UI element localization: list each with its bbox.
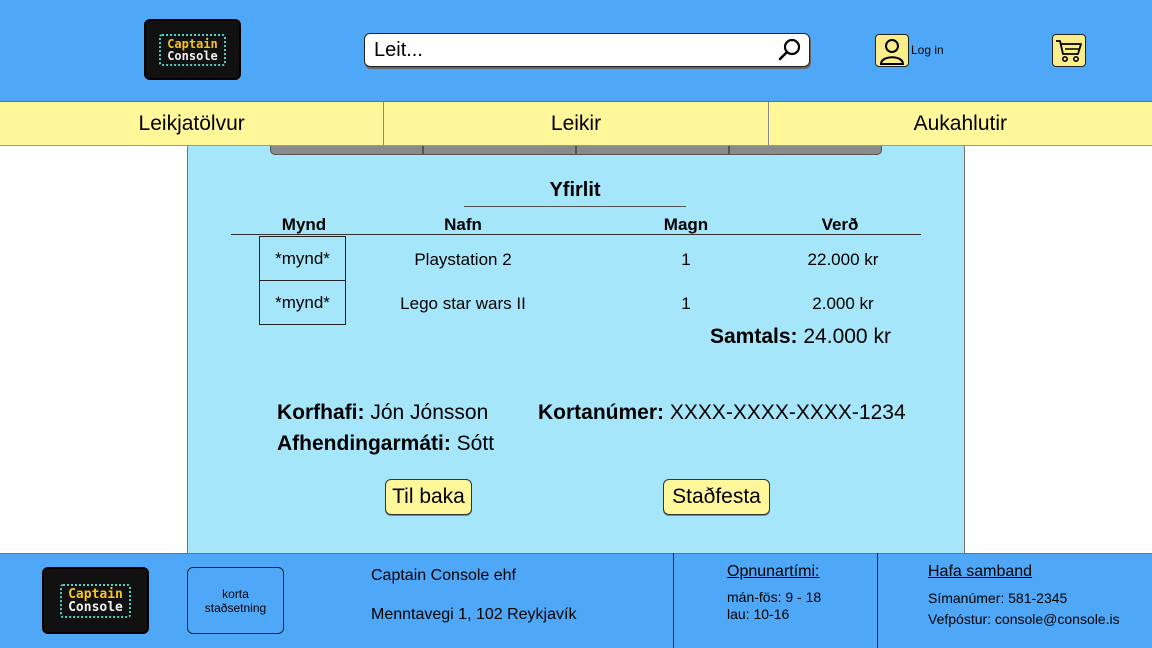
back-button[interactable]: Til baka xyxy=(385,479,472,515)
footer-logo[interactable]: Captain Console xyxy=(42,567,149,634)
product-name: Lego star wars II xyxy=(400,294,526,313)
logo-frame: Captain Console xyxy=(60,583,131,618)
logo-line-2: Console xyxy=(68,599,123,615)
hours-weekdays: mán-fös: 9 - 18 xyxy=(727,589,822,605)
progress-step xyxy=(270,146,423,155)
product-quantity: 1 xyxy=(681,250,691,269)
checkout-panel xyxy=(187,146,965,553)
footer-divider xyxy=(877,553,878,648)
column-header-image: Mynd xyxy=(281,215,327,234)
contact-heading[interactable]: Hafa samband xyxy=(928,563,1032,581)
nav-item-consoles[interactable]: Leikjatölvur xyxy=(0,102,385,145)
total-value: 24.000 kr xyxy=(797,325,891,348)
column-header-quantity: Magn xyxy=(663,215,709,234)
delivery-value: Sótt xyxy=(450,432,495,455)
logo-line-2: Console xyxy=(167,48,218,63)
progress-step xyxy=(576,146,729,155)
captain-console-logo[interactable]: Captain Console xyxy=(144,19,241,80)
card-label: Kortanúmer: xyxy=(538,401,665,424)
contact-phone: Símanúmer: 581-2345 xyxy=(928,590,1068,606)
cart-button[interactable] xyxy=(1052,34,1086,67)
confirm-button[interactable]: Staðfesta xyxy=(663,479,770,515)
company-name: Captain Console ehf xyxy=(371,567,516,584)
product-image-placeholder: *mynd* xyxy=(259,236,346,281)
card-value: XXXX-XXXX-XXXX-1234 xyxy=(664,401,906,424)
nav-item-accessories[interactable]: Aukahlutir xyxy=(769,102,1152,145)
product-image-placeholder: *mynd* xyxy=(259,280,346,325)
column-header-price: Verð xyxy=(821,215,859,234)
search-input[interactable] xyxy=(365,34,765,66)
product-name: Playstation 2 xyxy=(414,250,512,269)
owner-value: Jón Jónsson xyxy=(364,401,489,424)
map-label-line-1: korta xyxy=(222,586,249,601)
logo-line-1: Captain xyxy=(167,36,218,51)
total-label: Samtals: xyxy=(710,325,798,348)
login-label[interactable]: Log in xyxy=(911,43,944,57)
cart-icon xyxy=(1056,39,1082,62)
contact-email[interactable]: Vefpóstur: console@console.is xyxy=(928,611,1120,627)
product-price: 22.000 kr xyxy=(807,250,879,269)
nav-item-games[interactable]: Leikir xyxy=(384,102,769,145)
footer-divider xyxy=(673,553,674,648)
opening-hours-heading: Opnunartími: xyxy=(727,563,820,580)
user-icon xyxy=(879,38,905,65)
magnifier-icon[interactable] xyxy=(777,37,803,63)
progress-step xyxy=(423,146,576,155)
order-total: Samtals: 24.000 kr xyxy=(710,325,891,349)
owner-label: Korfhafi: xyxy=(277,401,365,424)
column-header-name: Nafn xyxy=(444,215,482,234)
product-price: 2.000 kr xyxy=(812,294,874,313)
company-address: Menntavegi 1, 102 Reykjavík xyxy=(371,606,577,623)
checkout-progress-tabs xyxy=(270,146,882,155)
product-quantity: 1 xyxy=(681,294,691,313)
logo-frame: Captain Console xyxy=(159,33,226,66)
table-header-divider xyxy=(231,234,921,235)
search-bar xyxy=(364,33,810,67)
login-button[interactable] xyxy=(875,34,909,67)
card-number: Kortanúmer: XXXX-XXXX-XXXX-1234 xyxy=(538,401,906,425)
delivery-method: Afhendingarmáti: Sótt xyxy=(277,432,494,456)
basket-owner: Korfhafi: Jón Jónsson xyxy=(277,401,488,425)
summary-title: Yfirlit xyxy=(464,179,686,207)
map-location-placeholder[interactable]: korta staðsetning xyxy=(187,567,284,634)
logo-line-1: Captain xyxy=(68,586,123,602)
hours-saturday: lau: 10-16 xyxy=(727,606,790,622)
main-nav: Leikjatölvur Leikir Aukahlutir xyxy=(0,102,1152,146)
delivery-label: Afhendingarmáti: xyxy=(277,432,451,455)
progress-step xyxy=(729,146,882,155)
map-label-line-2: staðsetning xyxy=(204,600,267,615)
